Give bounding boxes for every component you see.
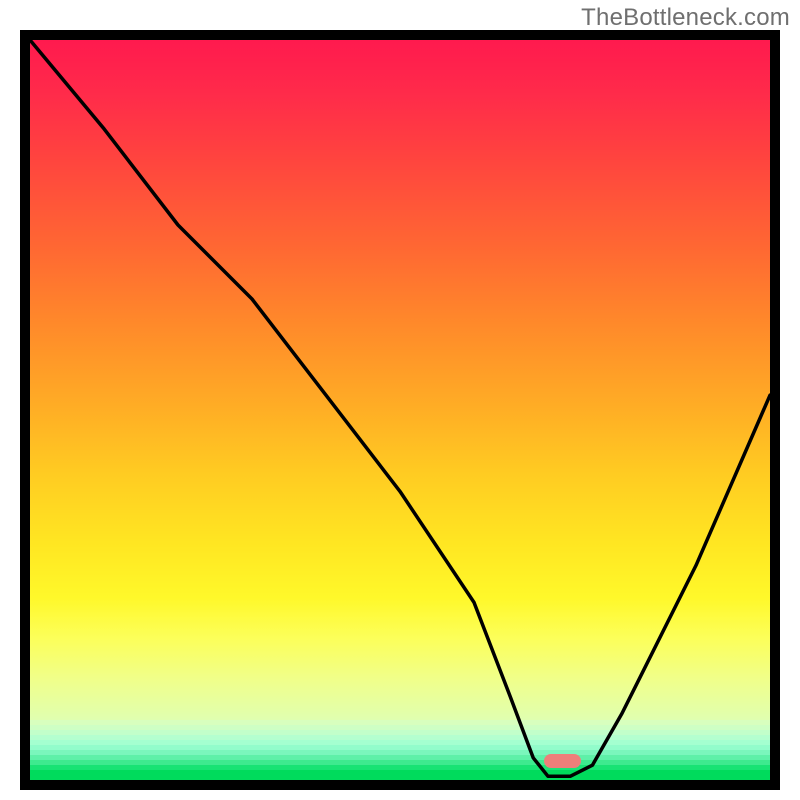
chart-plot-area	[30, 40, 770, 780]
chart-frame	[20, 30, 780, 790]
minimum-marker	[544, 754, 581, 768]
watermark-text: TheBottleneck.com	[581, 4, 790, 32]
curve-line	[30, 40, 770, 780]
